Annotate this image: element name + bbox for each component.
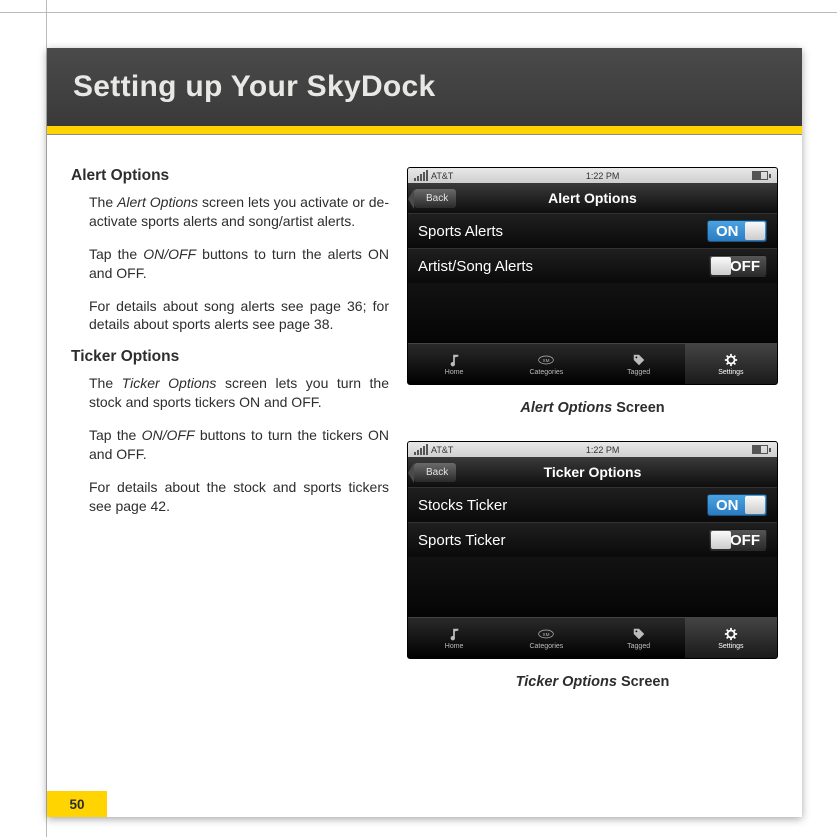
row-label: Sports Alerts [418,223,503,240]
toggle-off[interactable]: OFF [709,529,767,551]
signal-icon [414,444,428,455]
tab-home[interactable]: Home [408,618,500,658]
tab-bar: Home XMCategories Tagged Settings [408,617,777,658]
tab-settings[interactable]: Settings [685,344,777,384]
toggle-off[interactable]: OFF [709,255,767,277]
caption-ticker: Ticker Options Screen [407,673,778,691]
battery-icon [752,445,771,454]
row-label: Stocks Ticker [418,497,507,514]
music-note-icon [446,627,462,641]
horizontal-rule [0,12,837,13]
tag-icon [631,353,647,367]
yellow-divider [47,126,802,134]
caption-alert: Alert Options Screen [407,399,778,417]
nav-bar: Back Alert Options [408,183,777,213]
tab-settings[interactable]: Settings [685,618,777,658]
ticker-para-1: The Ticker Options screen lets you turn … [89,374,389,412]
tag-icon [631,627,647,641]
svg-text:XM: XM [543,358,550,363]
tab-tagged[interactable]: Tagged [593,618,685,658]
toggle-knob [745,222,765,240]
page-number: 50 [47,791,107,817]
list-row-artist-song-alerts: Artist/Song Alerts OFF [408,248,777,283]
toggle-knob [711,257,731,275]
page-header: Setting up Your SkyDock [47,48,802,126]
row-label: Artist/Song Alerts [418,258,533,275]
text-column: Alert Options The Alert Options screen l… [71,167,389,715]
content-columns: Alert Options The Alert Options screen l… [47,135,802,735]
clock-label: 1:22 PM [586,445,620,455]
alert-para-2: Tap the ON/OFF buttons to turn the alert… [89,245,389,283]
tab-categories[interactable]: XMCategories [500,618,592,658]
tab-tagged[interactable]: Tagged [593,344,685,384]
nav-title: Ticker Options [408,464,777,480]
manual-page: Setting up Your SkyDock Alert Options Th… [0,0,837,837]
ticker-para-3: For details about the stock and sports t… [89,478,389,516]
toggle-on[interactable]: ON [707,220,767,242]
carrier-label: AT&T [431,445,453,455]
tab-home[interactable]: Home [408,344,500,384]
gear-icon [723,353,739,367]
tab-categories[interactable]: XMCategories [500,344,592,384]
empty-area [408,557,777,617]
status-bar: AT&T 1:22 PM [408,168,777,183]
nav-title: Alert Options [408,190,777,206]
page-title: Setting up Your SkyDock [73,70,776,104]
signal-icon [414,170,428,181]
ticker-para-2: Tap the ON/OFF buttons to turn the ticke… [89,426,389,464]
toggle-knob [745,496,765,514]
toggle-knob [711,531,731,549]
back-button[interactable]: Back [414,463,456,482]
toggle-on[interactable]: ON [707,494,767,516]
list-row-sports-alerts: Sports Alerts ON [408,213,777,248]
list-row-sports-ticker: Sports Ticker OFF [408,522,777,557]
row-label: Sports Ticker [418,532,506,549]
empty-area [408,283,777,343]
gear-icon [723,627,739,641]
music-note-icon [446,353,462,367]
section-heading-ticker: Ticker Options [71,348,389,366]
list-row-stocks-ticker: Stocks Ticker ON [408,487,777,522]
carrier-label: AT&T [431,171,453,181]
status-bar: AT&T 1:22 PM [408,442,777,457]
screenshot-ticker-options: AT&T 1:22 PM Back Ticker Options Stocks … [407,441,778,659]
back-button[interactable]: Back [414,189,456,208]
clock-label: 1:22 PM [586,171,620,181]
svg-text:XM: XM [543,632,550,637]
screenshot-alert-options: AT&T 1:22 PM Back Alert Options Sports A… [407,167,778,385]
alert-para-1: The Alert Options screen lets you activa… [89,193,389,231]
section-heading-alert: Alert Options [71,167,389,185]
screenshot-column: AT&T 1:22 PM Back Alert Options Sports A… [407,167,778,715]
alert-para-3: For details about song alerts see page 3… [89,297,389,335]
content-card: Setting up Your SkyDock Alert Options Th… [47,48,802,817]
nav-bar: Back Ticker Options [408,457,777,487]
battery-icon [752,171,771,180]
xm-logo-icon: XM [538,627,554,641]
tab-bar: Home XMCategories Tagged Settings [408,343,777,384]
xm-logo-icon: XM [538,353,554,367]
